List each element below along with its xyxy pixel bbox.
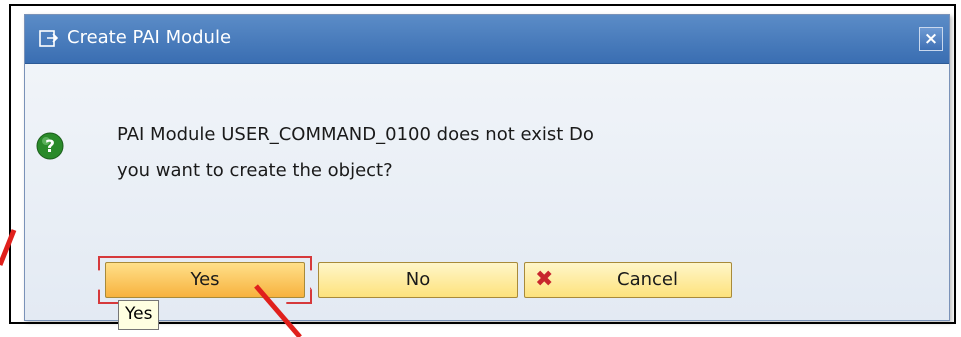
cancel-button-label: Cancel bbox=[617, 269, 678, 290]
dialog-titlebar: Create PAI Module × bbox=[25, 15, 949, 64]
question-icon: ? bbox=[36, 132, 64, 160]
cancel-button[interactable]: ✖ Cancel bbox=[524, 262, 732, 298]
message-line-2: you want to create the object? bbox=[117, 160, 393, 181]
cancel-icon: ✖ bbox=[535, 267, 554, 292]
dialog-window-icon bbox=[39, 30, 59, 47]
dialog-title: Create PAI Module bbox=[67, 27, 232, 48]
close-icon: × bbox=[923, 29, 939, 49]
yes-button[interactable]: Yes bbox=[105, 262, 305, 298]
svg-text:?: ? bbox=[45, 137, 55, 157]
create-pai-module-dialog: Create PAI Module × ? PAI Module USER_CO… bbox=[24, 14, 950, 330]
no-button[interactable]: No bbox=[318, 262, 518, 298]
dialog-message: PAI Module USER_COMMAND_0100 does not ex… bbox=[117, 117, 594, 189]
message-line-1: PAI Module USER_COMMAND_0100 does not ex… bbox=[117, 124, 594, 145]
close-button[interactable]: × bbox=[919, 27, 943, 51]
yes-tooltip: Yes bbox=[118, 300, 160, 330]
